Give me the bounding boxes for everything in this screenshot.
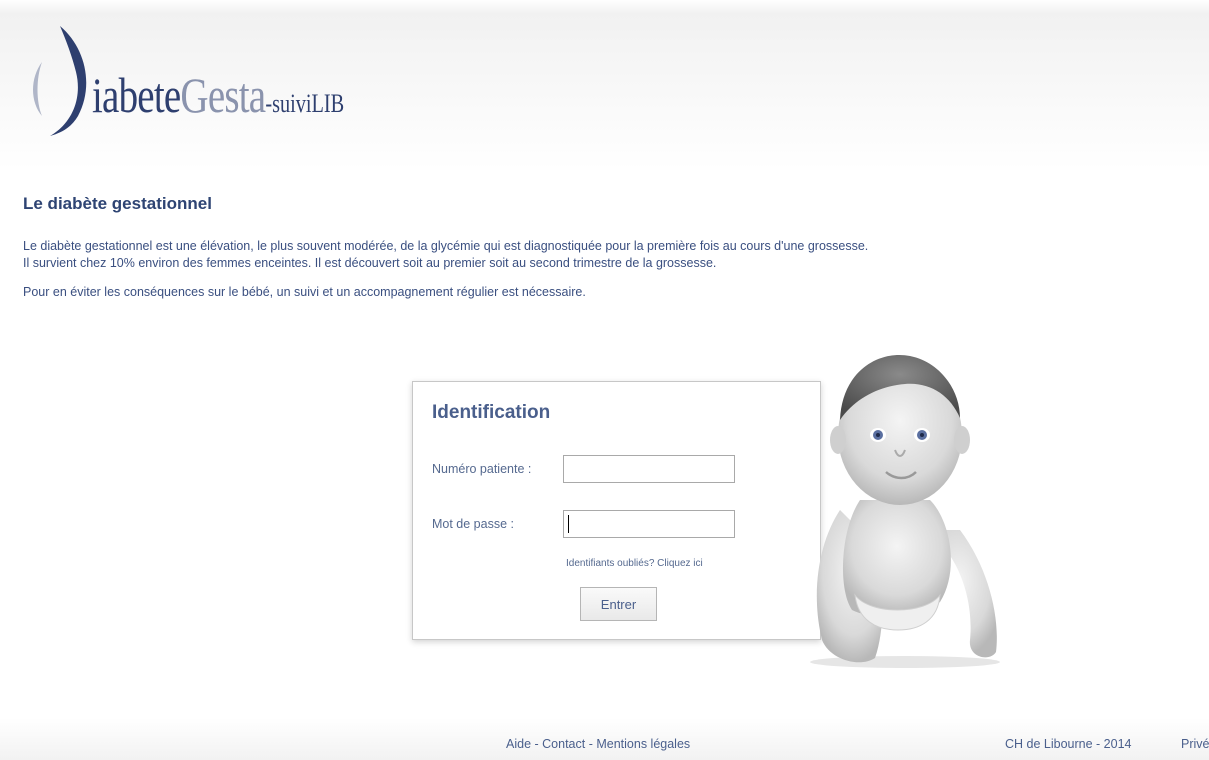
- footer-links: Aide - Contact - Mentions légales: [506, 737, 690, 751]
- footer-separator: -: [585, 737, 597, 751]
- footer: Aide - Contact - Mentions légales CH de …: [0, 718, 1209, 760]
- text-caret: [568, 515, 569, 533]
- intro-paragraph: Pour en éviter les conséquences sur le b…: [23, 285, 586, 299]
- login-title: Identification: [432, 402, 551, 423]
- intro-text: Le diabète gestationnel est une élévatio…: [23, 238, 1173, 301]
- footer-separator: -: [531, 737, 543, 751]
- password-input[interactable]: [563, 510, 735, 538]
- enter-button[interactable]: Entrer: [580, 587, 657, 621]
- patient-number-input[interactable]: [563, 455, 735, 483]
- patient-number-label: Numéro patiente :: [432, 462, 532, 476]
- logo-text-accent: Gesta: [180, 67, 266, 123]
- logo-text-suffix: -suiviLIB: [265, 89, 345, 118]
- forgot-credentials-link[interactable]: Identifiants oubliés? Cliquez ici: [566, 558, 703, 569]
- logo-text: iabeteGesta-suiviLIB: [92, 66, 344, 133]
- footer-contact-link[interactable]: Contact: [542, 737, 585, 751]
- page-title: Le diabète gestationnel: [23, 194, 212, 213]
- intro-paragraph: Le diabète gestationnel est une élévatio…: [23, 239, 869, 253]
- logo-text-main: iabete: [92, 67, 181, 123]
- footer-private-link[interactable]: Privé: [1181, 737, 1209, 751]
- login-box: Identification Numéro patiente : Mot de …: [412, 381, 821, 640]
- password-label: Mot de passe :: [432, 517, 514, 531]
- header: iabeteGesta-suiviLIB: [0, 0, 1209, 170]
- footer-copyright: CH de Libourne - 2014: [1005, 737, 1132, 751]
- intro-paragraph: Il survient chez 10% environ des femmes …: [23, 256, 717, 270]
- logo[interactable]: iabeteGesta-suiviLIB: [28, 20, 388, 140]
- footer-legal-link[interactable]: Mentions légales: [596, 737, 690, 751]
- footer-help-link[interactable]: Aide: [506, 737, 531, 751]
- baby-photo: [810, 354, 1000, 668]
